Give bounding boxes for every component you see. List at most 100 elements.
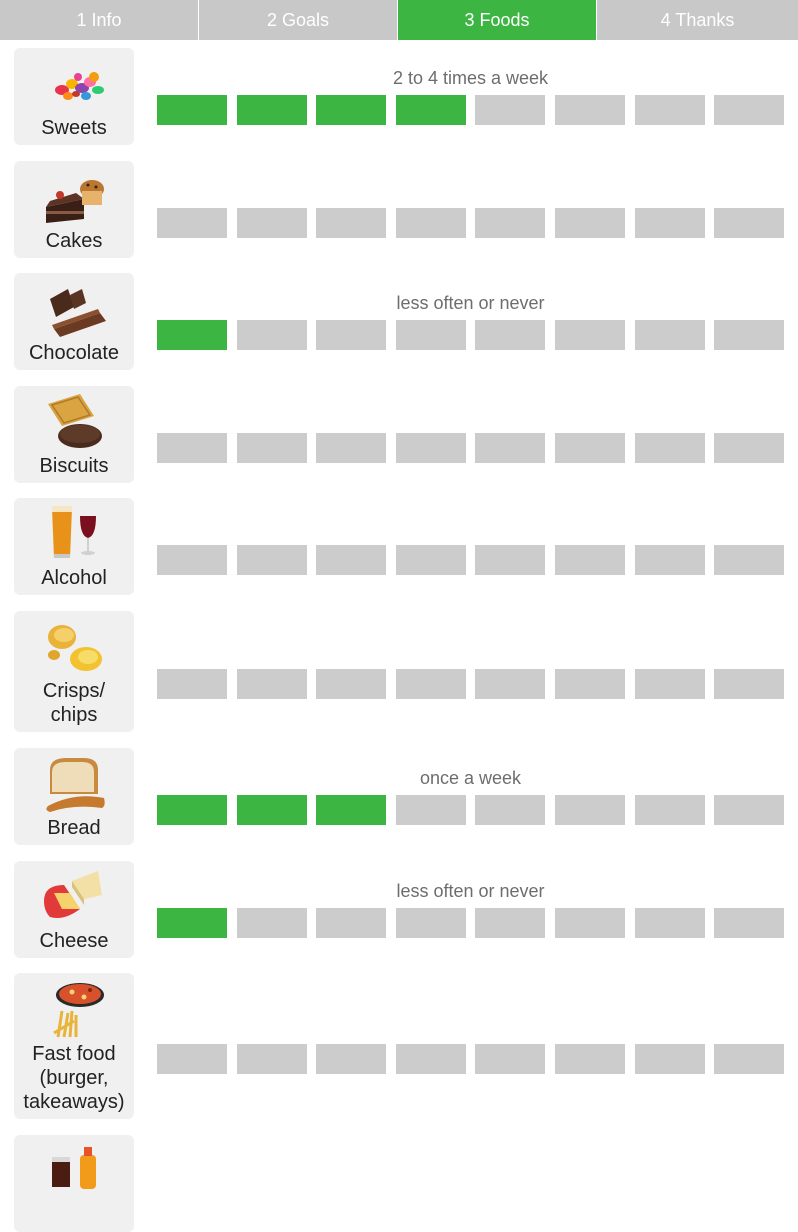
frequency-option-2[interactable]	[237, 95, 307, 125]
frequency-option-4[interactable]	[396, 795, 466, 825]
frequency-option-3[interactable]	[316, 1044, 386, 1074]
food-card-fast-food[interactable]: Fast food (burger, takeaways)	[14, 973, 134, 1119]
frequency-option-7[interactable]	[635, 545, 705, 575]
frequency-option-2[interactable]	[237, 545, 307, 575]
frequency-option-3[interactable]	[316, 795, 386, 825]
frequency-option-7[interactable]	[635, 795, 705, 825]
frequency-option-4[interactable]	[396, 669, 466, 699]
frequency-option-6[interactable]	[555, 669, 625, 699]
frequency-option-6[interactable]	[555, 908, 625, 938]
frequency-option-7[interactable]	[635, 433, 705, 463]
fast-food-image	[53, 983, 104, 1038]
frequency-option-8[interactable]	[714, 908, 784, 938]
frequency-option-8[interactable]	[714, 1044, 784, 1074]
frequency-option-8[interactable]	[714, 95, 784, 125]
frequency-option-3[interactable]	[316, 545, 386, 575]
frequency-option-1[interactable]	[157, 320, 227, 350]
frequency-option-8[interactable]	[714, 320, 784, 350]
frequency-option-8[interactable]	[714, 433, 784, 463]
frequency-scale[interactable]	[157, 908, 784, 938]
frequency-option-5[interactable]	[475, 1044, 545, 1074]
frequency-option-6[interactable]	[555, 1044, 625, 1074]
frequency-option-2[interactable]	[237, 669, 307, 699]
frequency-option-6[interactable]	[555, 545, 625, 575]
food-card-biscuits[interactable]: Biscuits	[14, 386, 134, 483]
frequency-option-4[interactable]	[396, 908, 466, 938]
frequency-option-7[interactable]	[635, 1044, 705, 1074]
frequency-option-7[interactable]	[635, 908, 705, 938]
frequency-option-2[interactable]	[237, 1044, 307, 1074]
frequency-option-2[interactable]	[237, 320, 307, 350]
food-card-cakes[interactable]: Cakes	[14, 161, 134, 258]
food-card-chocolate[interactable]: Chocolate	[14, 273, 134, 370]
food-card-soft-drinks[interactable]	[14, 1135, 134, 1232]
frequency-option-4[interactable]	[396, 433, 466, 463]
frequency-option-5[interactable]	[475, 908, 545, 938]
frequency-scale[interactable]	[157, 669, 784, 699]
frequency-option-5[interactable]	[475, 669, 545, 699]
frequency-option-7[interactable]	[635, 208, 705, 238]
tab-info[interactable]: 1 Info	[0, 0, 199, 40]
frequency-option-2[interactable]	[237, 208, 307, 238]
frequency-option-3[interactable]	[316, 320, 386, 350]
frequency-scale[interactable]	[157, 795, 784, 825]
frequency-option-3[interactable]	[316, 433, 386, 463]
frequency-scale[interactable]	[157, 1044, 784, 1074]
tab-foods[interactable]: 3 Foods	[398, 0, 597, 40]
frequency-option-8[interactable]	[714, 795, 784, 825]
frequency-option-1[interactable]	[157, 95, 227, 125]
frequency-option-1[interactable]	[157, 1044, 227, 1074]
food-card-alcohol[interactable]: Alcohol	[14, 498, 134, 595]
frequency-option-6[interactable]	[555, 208, 625, 238]
frequency-option-4[interactable]	[396, 545, 466, 575]
food-label-bread: Bread	[47, 817, 101, 839]
frequency-option-4[interactable]	[396, 95, 466, 125]
food-label-sweets: Sweets	[41, 117, 107, 139]
frequency-option-4[interactable]	[396, 320, 466, 350]
frequency-scale[interactable]	[157, 433, 784, 463]
frequency-option-7[interactable]	[635, 669, 705, 699]
frequency-option-5[interactable]	[475, 95, 545, 125]
frequency-option-1[interactable]	[157, 208, 227, 238]
frequency-option-2[interactable]	[237, 795, 307, 825]
frequency-option-1[interactable]	[157, 545, 227, 575]
frequency-option-5[interactable]	[475, 433, 545, 463]
tab-goals[interactable]: 2 Goals	[199, 0, 398, 40]
frequency-option-3[interactable]	[316, 669, 386, 699]
frequency-option-5[interactable]	[475, 320, 545, 350]
frequency-option-6[interactable]	[555, 433, 625, 463]
frequency-option-2[interactable]	[237, 433, 307, 463]
frequency-option-6[interactable]	[555, 320, 625, 350]
frequency-option-1[interactable]	[157, 795, 227, 825]
frequency-option-2[interactable]	[237, 908, 307, 938]
food-card-crisps[interactable]: Crisps/ chips	[14, 611, 134, 732]
frequency-option-3[interactable]	[316, 95, 386, 125]
frequency-scale[interactable]	[157, 208, 784, 238]
frequency-option-8[interactable]	[714, 208, 784, 238]
frequency-option-1[interactable]	[157, 908, 227, 938]
frequency-option-3[interactable]	[316, 208, 386, 238]
frequency-option-5[interactable]	[475, 545, 545, 575]
frequency-option-1[interactable]	[157, 433, 227, 463]
frequency-scale[interactable]	[157, 320, 784, 350]
frequency-option-3[interactable]	[316, 908, 386, 938]
food-label-cheese: Cheese	[39, 930, 109, 952]
frequency-scale[interactable]	[157, 95, 784, 125]
food-card-bread[interactable]: Bread	[14, 748, 134, 845]
frequency-option-7[interactable]	[635, 320, 705, 350]
frequency-option-4[interactable]	[396, 208, 466, 238]
food-card-cheese[interactable]: Cheese	[14, 861, 134, 958]
frequency-option-8[interactable]	[714, 545, 784, 575]
frequency-option-8[interactable]	[714, 669, 784, 699]
frequency-option-1[interactable]	[157, 669, 227, 699]
frequency-option-6[interactable]	[555, 95, 625, 125]
frequency-option-5[interactable]	[475, 795, 545, 825]
tab-thanks[interactable]: 4 Thanks	[597, 0, 798, 40]
frequency-scale[interactable]	[157, 545, 784, 575]
frequency-option-6[interactable]	[555, 795, 625, 825]
food-label-crisps: Crisps/ chips	[42, 680, 106, 726]
frequency-option-7[interactable]	[635, 95, 705, 125]
frequency-option-5[interactable]	[475, 208, 545, 238]
food-card-sweets[interactable]: Sweets	[14, 48, 134, 145]
frequency-option-4[interactable]	[396, 1044, 466, 1074]
